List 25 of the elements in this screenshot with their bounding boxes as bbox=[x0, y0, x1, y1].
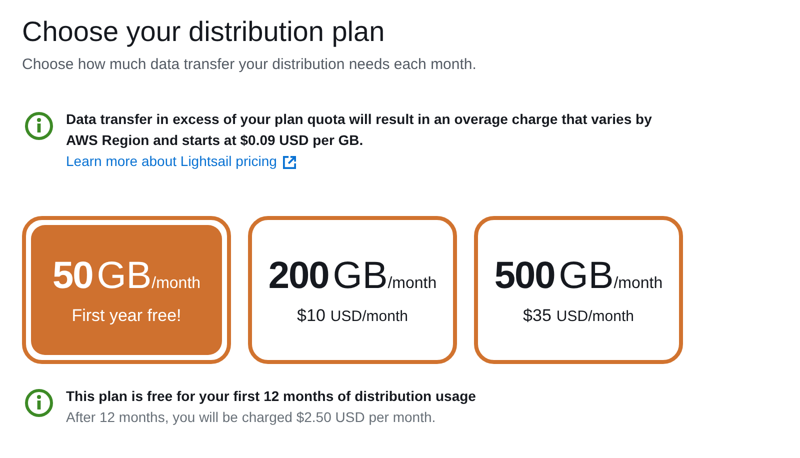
plan-unit: GB bbox=[558, 254, 614, 298]
pricing-link[interactable]: Learn more about Lightsail pricing bbox=[66, 151, 296, 172]
info-icon bbox=[24, 111, 54, 141]
plan-card[interactable]: 500GB/month $35 USD/month bbox=[474, 216, 683, 364]
page-description: Choose how much data transfer your distribution needs each month. bbox=[22, 56, 478, 73]
plan-price: $10 bbox=[297, 306, 326, 326]
plan-amount: 500 bbox=[494, 254, 555, 298]
notice-detail: After 12 months, you will be charged $2.50 USD per month. bbox=[66, 408, 437, 427]
external-link-icon bbox=[282, 156, 296, 169]
notice-text: Data transfer in excess of your plan quota will result in an overage charge that varies by AWS Region and starts at $0.09 USD per GB. bbox=[66, 110, 653, 150]
plan-currency: USD/month bbox=[556, 308, 634, 324]
notice-text: This plan is free for your first 12 months of distribution usage bbox=[66, 387, 476, 406]
plan-amount: 200 bbox=[268, 254, 329, 298]
plan-price: $35 bbox=[523, 306, 552, 326]
plan-period: /month bbox=[614, 274, 663, 292]
info-icon bbox=[24, 388, 54, 418]
plan-price: First year free! bbox=[72, 306, 182, 326]
plan-amount: 50 bbox=[52, 254, 93, 298]
plan-period: /month bbox=[152, 274, 201, 292]
plan-unit: GB bbox=[96, 254, 152, 298]
plan-unit: GB bbox=[332, 254, 388, 298]
page-title: Choose your distribution plan bbox=[22, 15, 386, 49]
plan-period: /month bbox=[388, 274, 437, 292]
plan-currency: USD/month bbox=[330, 308, 408, 324]
plan-card[interactable]: 200GB/month $10 USD/month bbox=[248, 216, 457, 364]
